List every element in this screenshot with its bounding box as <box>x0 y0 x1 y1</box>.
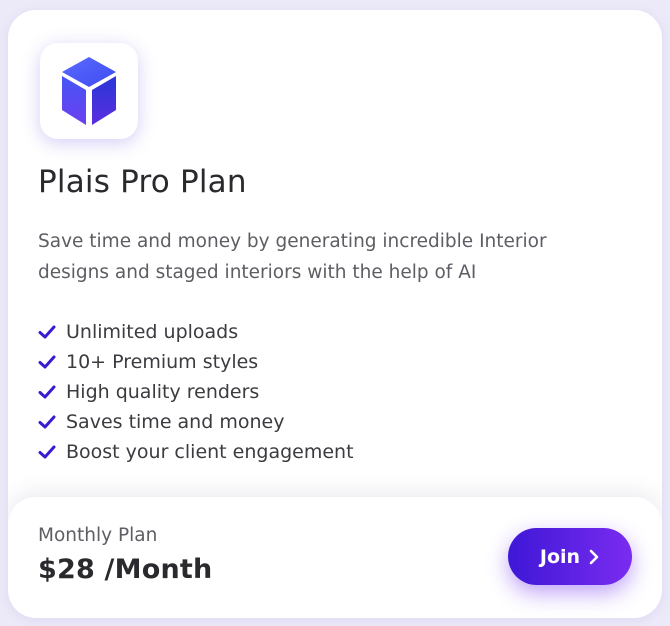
check-icon <box>38 324 56 340</box>
check-icon <box>38 414 56 430</box>
feature-item: Unlimited uploads <box>38 317 354 347</box>
plan-title: Plais Pro Plan <box>38 164 247 200</box>
feature-item: 10+ Premium styles <box>38 347 354 377</box>
cube-icon <box>62 57 116 125</box>
plan-period-label: Monthly Plan <box>38 525 158 546</box>
chevron-right-icon <box>589 549 599 564</box>
check-icon <box>38 354 56 370</box>
check-icon <box>38 444 56 460</box>
join-button[interactable]: Join <box>508 528 632 585</box>
pricing-footer: Monthly Plan $28 /Month Join <box>8 497 662 618</box>
feature-label: Saves time and money <box>66 411 285 433</box>
plan-price: $28 /Month <box>38 554 213 585</box>
join-button-label: Join <box>539 545 581 568</box>
logo-tile <box>40 43 138 139</box>
check-icon <box>38 384 56 400</box>
feature-list: Unlimited uploads 10+ Premium styles Hig… <box>38 317 354 467</box>
feature-label: 10+ Premium styles <box>66 351 259 373</box>
feature-label: High quality renders <box>66 381 260 403</box>
feature-item: Saves time and money <box>38 407 354 437</box>
plan-description: Save time and money by generating incred… <box>38 231 547 283</box>
pricing-card: Plais Pro Plan Save time and money by ge… <box>8 10 662 618</box>
feature-label: Unlimited uploads <box>66 321 239 343</box>
feature-item: High quality renders <box>38 377 354 407</box>
feature-item: Boost your client engagement <box>38 437 354 467</box>
feature-label: Boost your client engagement <box>66 441 354 463</box>
